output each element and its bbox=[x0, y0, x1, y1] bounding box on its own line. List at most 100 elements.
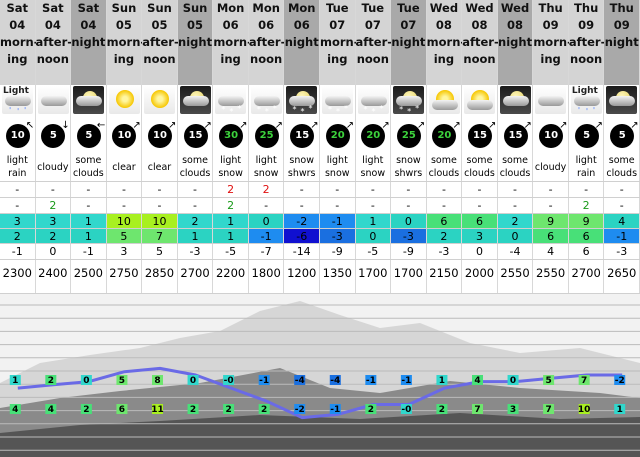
period-label: night bbox=[71, 34, 106, 68]
forecast-column[interactable]: Sat 04 night 5 ← some clouds - -1 1 -1 2500 bbox=[71, 0, 107, 293]
weather-description: cloudy bbox=[36, 152, 71, 182]
description-line: light bbox=[255, 155, 277, 166]
weather-cloud-snow-icon: * * * bbox=[322, 86, 353, 114]
snow-amount-value: - bbox=[619, 199, 624, 212]
forecast-column[interactable]: Mon 06 after-noon * * * 25 ↗ light snow 2-0 -1 -7 180… bbox=[248, 0, 286, 293]
chart-value-label: 2 bbox=[225, 405, 231, 415]
description-line: clouds bbox=[428, 168, 460, 179]
description-line: light bbox=[326, 155, 348, 166]
max-temp: -2 bbox=[284, 214, 319, 229]
snow-amount: - bbox=[320, 198, 355, 213]
forecast-column[interactable]: Thu 09 night 5 ↗ some clouds - -4 -1 -3 2650 bbox=[604, 0, 640, 293]
snowflake-icon: * bbox=[328, 105, 332, 114]
max-temp-value: 2 bbox=[511, 215, 519, 228]
max-temp-value: 1 bbox=[227, 215, 235, 228]
period-label: after-noon bbox=[462, 34, 499, 68]
date-label: 06 bbox=[293, 18, 310, 32]
chart-value-label: 6 bbox=[119, 405, 125, 415]
forecast-column[interactable]: Thu 09 after-noon ' ' ' Light 5 ↗ light rain -2 9 6 6 2… bbox=[568, 0, 605, 293]
forecast-column[interactable]: Thu 09 morn-ing 10 ↗ cloudy - -9 6 4 2550 bbox=[533, 0, 572, 293]
forecast-column[interactable]: Tue 07 morn-ing * * * 20 ↗ light snow - - -1 -3 -9 1350 bbox=[320, 0, 359, 293]
forecast-column[interactable]: Wed 08 morn-ing 20 ↗ some clouds - -6 2 -3 2150 bbox=[426, 0, 465, 293]
forecast-column[interactable]: Sun 05 after-noon 10 ↗ clear - -10 7 5 2850 bbox=[142, 0, 179, 293]
forecast-column[interactable]: Mon 06 morn-ing * * * 30 ↗ light snow 2 2 1 1 -5 2200 bbox=[213, 0, 252, 293]
description-line: snow bbox=[253, 168, 279, 179]
snow-amount-value: - bbox=[406, 199, 411, 212]
max-temp: 1 bbox=[355, 214, 391, 229]
description-line: some bbox=[608, 155, 635, 166]
date-label: 04 bbox=[9, 18, 26, 32]
period-label: night bbox=[178, 34, 213, 68]
forecast-column[interactable]: Wed 08 night 15 ↗ some clouds - -2 0 -4 2550 bbox=[497, 0, 534, 293]
arrow-ne-icon: ↗ bbox=[487, 120, 497, 131]
max-temp: 3 bbox=[35, 214, 71, 229]
forecast-column[interactable]: Sat 04 morn-ing ' ' ' Light 10 ↖ light rain - -3 2 -1 2… bbox=[0, 0, 39, 293]
rain-amount: - bbox=[356, 182, 391, 197]
feels-like-temp: 6 bbox=[569, 244, 604, 259]
min-temp: -1 bbox=[248, 229, 284, 244]
max-temp-value: 6 bbox=[475, 215, 483, 228]
rain-amount-value: 2 bbox=[227, 183, 235, 196]
rain-amount: - bbox=[498, 182, 533, 197]
min-temp: -3 bbox=[320, 229, 355, 244]
snow-amount: 2 bbox=[569, 198, 604, 213]
weather-description: some clouds bbox=[462, 152, 497, 182]
snow-amount: - bbox=[391, 198, 426, 213]
period-line: noon bbox=[570, 52, 603, 66]
rain-amount-value: - bbox=[548, 183, 553, 196]
freezing-level-value: 1700 bbox=[358, 266, 388, 280]
min-temp-value: 2 bbox=[49, 230, 57, 243]
date-label: 06 bbox=[258, 18, 275, 32]
column-header: Sun 05 night bbox=[177, 0, 213, 85]
period-line: morn- bbox=[213, 35, 252, 49]
forecast-column[interactable]: Wed 08 after-noon 15 ↗ some clouds - -6 3 0 2000 bbox=[462, 0, 499, 293]
description-line: cloudy bbox=[534, 161, 567, 173]
column-header: Wed 08 night bbox=[497, 0, 533, 85]
freezing-level: 2550 bbox=[498, 266, 533, 281]
rain-amount-value: - bbox=[441, 183, 446, 196]
forecast-column[interactable]: Mon 06 night * * * 15 ↗ snow shwrs - - -2 -6 -14 1200 bbox=[284, 0, 320, 293]
max-temp-value: 1 bbox=[84, 215, 92, 228]
weather-night-cloud-icon bbox=[73, 86, 105, 114]
feels-like-temp: 0 bbox=[462, 244, 497, 259]
chart-value-label: 0 bbox=[510, 376, 516, 386]
description-line: clouds bbox=[179, 168, 211, 179]
cloud-icon bbox=[5, 96, 31, 106]
rain-amount: - bbox=[284, 182, 319, 197]
chart-value-label: 1 bbox=[439, 376, 445, 386]
period-label: after-noon bbox=[249, 34, 286, 68]
max-temp: 9 bbox=[568, 214, 604, 229]
arrow-ne-icon: ↗ bbox=[594, 120, 604, 131]
max-temp-value: 1 bbox=[369, 215, 377, 228]
description-line: some bbox=[502, 155, 528, 166]
period-line: night bbox=[178, 35, 213, 49]
feels-like-temp-value: 0 bbox=[475, 245, 483, 258]
day-label: Sun bbox=[147, 1, 172, 15]
forecast-column[interactable]: Tue 07 after-noon * * * 20 ↗ light snow - -1 0 -5 1700 bbox=[355, 0, 392, 293]
column-header: Mon 06 morn-ing bbox=[213, 0, 252, 85]
forecast-column[interactable]: Sun 05 morn-ing 10 ↗ clear - -10 5 3 2750 bbox=[106, 0, 145, 293]
max-temp: 3 bbox=[0, 214, 35, 229]
forecast-column[interactable]: Sat 04 after-noon 5 ↓ cloudy -2 3 2 0 2400 bbox=[35, 0, 73, 293]
period-line: noon bbox=[356, 52, 389, 66]
arrow-ne-icon: ↗ bbox=[523, 120, 532, 131]
description-line: clouds bbox=[499, 168, 531, 179]
chart-value-label: 4 bbox=[474, 376, 480, 386]
snowflake-icon: * bbox=[264, 107, 269, 115]
weather-sun-cloud-icon bbox=[464, 86, 496, 114]
chart-value-label: 0 bbox=[190, 376, 196, 386]
description-line: light bbox=[220, 155, 242, 166]
day-label: Wed bbox=[429, 1, 459, 15]
period-line: ing bbox=[327, 52, 348, 66]
min-temp: 6 bbox=[568, 229, 604, 244]
period-label: after-noon bbox=[36, 34, 73, 68]
snow-amount-value: 2 bbox=[582, 199, 590, 212]
forecast-column[interactable]: Sun 05 night 15 ↗ some clouds - -2 1 -3 2700 bbox=[177, 0, 214, 293]
chart-value-label: 5 bbox=[119, 376, 125, 386]
weather-description: light rain bbox=[0, 152, 35, 182]
max-temp: 2 bbox=[497, 214, 533, 229]
max-temp: 1 bbox=[213, 214, 248, 229]
date-label: 08 bbox=[435, 18, 452, 32]
snow-amount-value: - bbox=[157, 199, 162, 212]
forecast-column[interactable]: Tue 07 night * * * 25 ↗ snow shwrs - -0 -3 -9 1700 bbox=[391, 0, 427, 293]
